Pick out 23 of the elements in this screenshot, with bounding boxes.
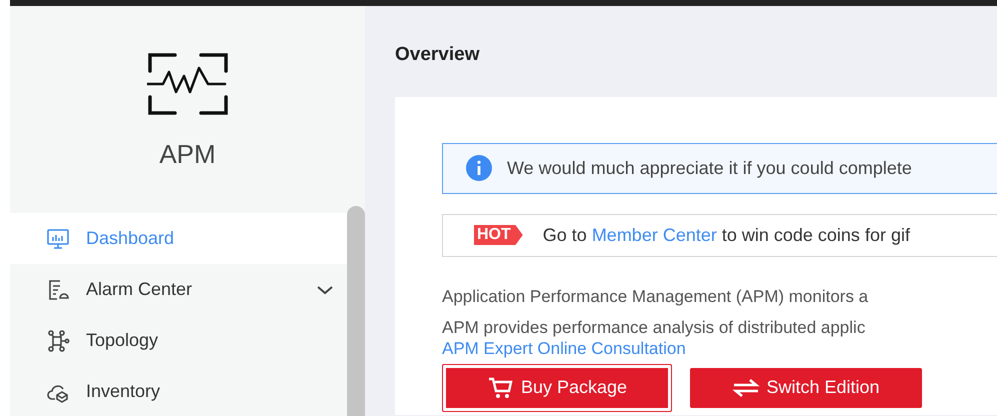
page-title: Overview xyxy=(395,43,480,67)
scrollbar[interactable] xyxy=(347,206,365,416)
chevron-down-icon[interactable] xyxy=(316,284,334,296)
member-center-link[interactable]: Member Center xyxy=(592,224,717,244)
topology-icon xyxy=(46,328,70,352)
menu-item[interactable]: Topology xyxy=(10,315,348,366)
product-name: APM xyxy=(159,138,216,171)
description-text: APM provides performance analysis of distributed applic xyxy=(442,318,866,338)
action-button[interactable]: Switch Edition xyxy=(690,368,922,408)
consultation-link[interactable]: APM Expert Online Consultation xyxy=(442,340,686,356)
info-icon xyxy=(465,154,493,182)
cart-icon xyxy=(486,376,515,400)
menu-item[interactable]: Alarm Center xyxy=(10,264,348,315)
action-button[interactable]: Buy Package xyxy=(442,364,672,412)
hot-tag: HOT xyxy=(474,225,523,245)
menu-item[interactable]: Dashboard xyxy=(10,213,348,264)
promo-text: Go to Member Center to win code coins for gif xyxy=(542,224,910,247)
description-text: Application Performance Management (APM) monitors a xyxy=(442,286,870,306)
menu-item[interactable]: Inventory xyxy=(10,366,348,416)
logo-icon xyxy=(146,51,228,117)
monitor-icon xyxy=(46,226,70,250)
notice-text: We would much appreciate it if you could complete xyxy=(507,156,912,180)
alarm-list-icon xyxy=(46,278,70,302)
